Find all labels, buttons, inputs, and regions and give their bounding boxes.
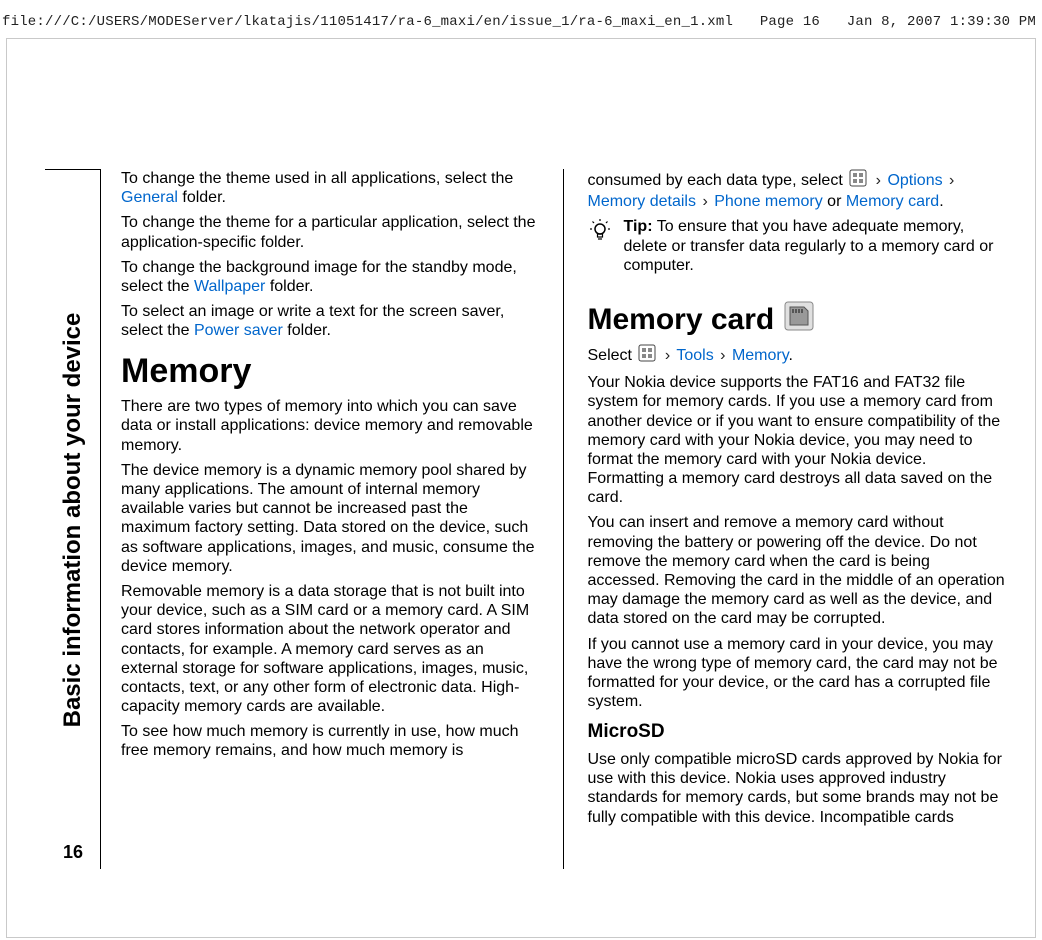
paragraph: To change the theme for a particular app… (121, 213, 539, 251)
link-general: General (121, 189, 178, 206)
chevron-icon: › (874, 172, 883, 189)
page-indicator: Page 16 (760, 14, 820, 30)
heading-microsd: MicroSD (588, 721, 1006, 744)
timestamp: Jan 8, 2007 1:39:30 PM (847, 14, 1036, 30)
page-number: 16 (45, 842, 101, 863)
tip-block: Tip: To ensure that you have adequate me… (588, 217, 1006, 281)
menu-icon (849, 169, 867, 192)
column-divider (563, 169, 564, 869)
link-memory-details: Memory details (588, 193, 696, 210)
link-memory-card: Memory card (846, 193, 939, 210)
paragraph: If you cannot use a memory card in your … (588, 635, 1006, 712)
paragraph: To select an image or write a text for t… (121, 302, 539, 340)
margin-column: Basic information about your device 16 (45, 169, 101, 869)
heading-memory-card: Memory card (588, 301, 815, 340)
paragraph: Removable memory is a data storage that … (121, 582, 539, 716)
link-memory: Memory (732, 347, 789, 364)
lightbulb-icon (588, 219, 612, 281)
column-left: To change the theme used in all applicat… (121, 169, 539, 869)
menu-icon (638, 344, 656, 367)
column-right: consumed by each data type, select › Opt… (588, 169, 1006, 869)
tip-text: Tip: To ensure that you have adequate me… (624, 217, 1006, 275)
content-columns: To change the theme used in all applicat… (101, 169, 1005, 869)
file-header: file:///C:/USERS/MODEServer/lkatajis/110… (0, 0, 1042, 34)
paragraph: consumed by each data type, select › Opt… (588, 169, 1006, 211)
link-wallpaper: Wallpaper (194, 278, 265, 295)
paragraph: Select › Tools › Memory. (588, 344, 1006, 367)
tip-label: Tip: (624, 218, 653, 235)
paragraph: To see how much memory is currently in u… (121, 722, 539, 760)
paragraph: To change the theme used in all applicat… (121, 169, 539, 207)
paragraph: Use only compatible microSD cards approv… (588, 750, 1006, 827)
paragraph: Your Nokia device supports the FAT16 and… (588, 373, 1006, 507)
link-tools: Tools (676, 347, 713, 364)
paragraph: You can insert and remove a memory card … (588, 513, 1006, 628)
memory-card-icon (784, 301, 814, 340)
paragraph: The device memory is a dynamic memory po… (121, 461, 539, 576)
file-path: file:///C:/USERS/MODEServer/lkatajis/110… (2, 14, 733, 30)
chevron-icon: › (700, 193, 709, 210)
paragraph: There are two types of memory into which… (121, 397, 539, 455)
page-frame: Basic information about your device 16 T… (6, 38, 1036, 938)
chevron-icon: › (718, 347, 727, 364)
chapter-title: Basic information about your device (59, 312, 87, 727)
content-sheet: Basic information about your device 16 T… (45, 169, 1005, 869)
link-power-saver: Power saver (194, 322, 283, 339)
heading-memory: Memory (121, 351, 539, 392)
link-options: Options (887, 172, 942, 189)
paragraph: To change the background image for the s… (121, 258, 539, 296)
chevron-icon: › (947, 172, 956, 189)
chevron-icon: › (663, 347, 672, 364)
link-phone-memory: Phone memory (714, 193, 823, 210)
